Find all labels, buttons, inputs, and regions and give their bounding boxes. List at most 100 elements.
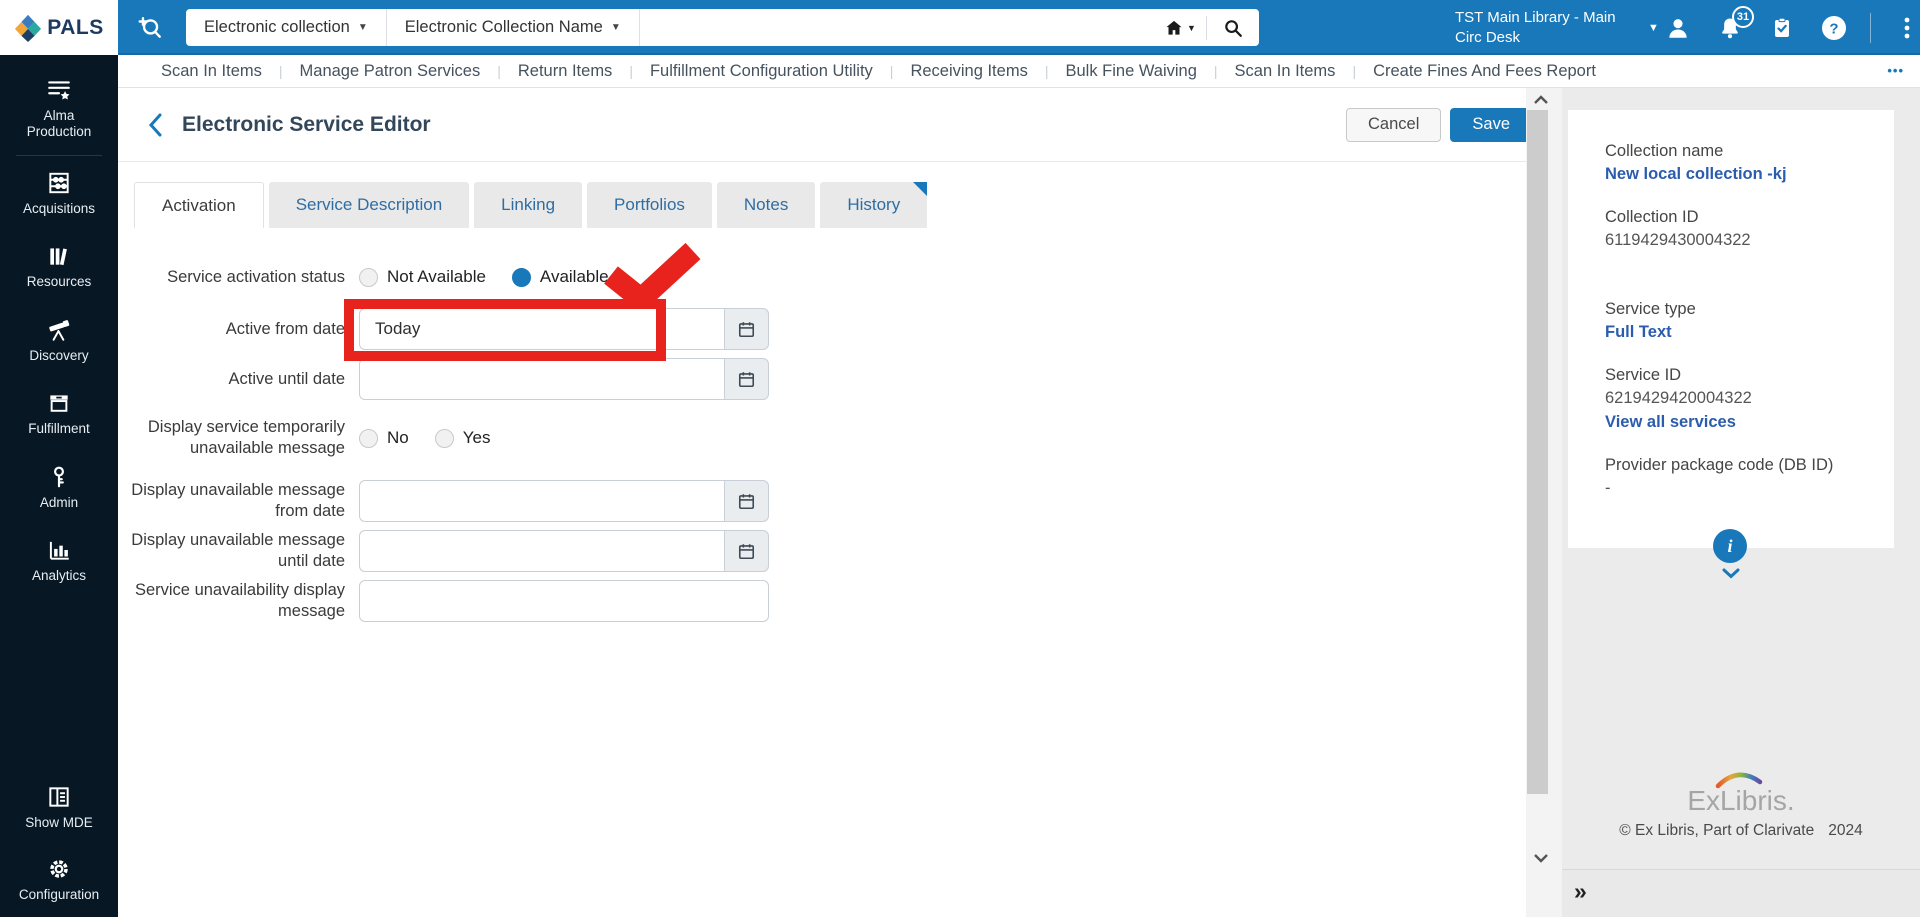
tab-service-description[interactable]: Service Description [268, 182, 470, 228]
radio-label: No [387, 428, 409, 447]
location-chevron-down-icon[interactable]: ▼ [1648, 22, 1659, 34]
sidebar-item-show-mde[interactable]: Show MDE [0, 784, 118, 831]
service-type-group: Service type Full Text [1605, 300, 1874, 342]
form-row-temp-unavailable: Display service temporarily unavailable … [118, 408, 1526, 468]
tab-history[interactable]: History [820, 182, 928, 228]
advanced-search-icon[interactable] [133, 12, 167, 44]
analytics-icon [49, 542, 69, 560]
vertical-scrollbar[interactable] [1526, 88, 1562, 917]
search-input[interactable] [639, 9, 1154, 46]
provider-value: - [1605, 479, 1611, 497]
quicklink-receiving-items[interactable]: Receiving Items [893, 62, 1044, 81]
sidebar-item-acquisitions[interactable]: Acquisitions [0, 170, 118, 217]
radio-available[interactable]: Available [511, 267, 609, 287]
quicklink-scan-in-items-2[interactable]: Scan In Items [1218, 62, 1353, 81]
calendar-button[interactable] [724, 358, 769, 400]
calendar-button[interactable] [724, 480, 769, 522]
tab-linking[interactable]: Linking [474, 182, 583, 228]
fulfillment-icon [50, 395, 68, 413]
collection-name-group: Collection name New local collection -kj [1605, 142, 1874, 184]
radio-not-available[interactable]: Not Available [359, 267, 486, 287]
quicklink-fulfillment-configuration-utility[interactable]: Fulfillment Configuration Utility [633, 62, 890, 81]
home-search-button[interactable]: ▼ [1154, 9, 1206, 46]
unavail-message-input[interactable] [359, 580, 769, 622]
collection-name-link[interactable]: New local collection -kj [1605, 165, 1874, 184]
radio-icon[interactable] [359, 428, 378, 448]
search-scope-label: Electronic collection [204, 18, 350, 36]
save-button[interactable]: Save [1450, 107, 1532, 142]
quicklink-create-fines-fees-report[interactable]: Create Fines And Fees Report [1356, 62, 1613, 81]
back-button[interactable] [142, 112, 168, 138]
pals-logo[interactable]: PALS [0, 0, 118, 55]
collection-id-value: 6119429430004322 [1605, 231, 1751, 249]
search-scope-dropdown[interactable]: Electronic collection ▼ [186, 9, 387, 46]
info-icon[interactable]: i [1713, 529, 1747, 563]
quicklink-return-items[interactable]: Return Items [501, 62, 629, 81]
sidebar-item-analytics[interactable]: Analytics [0, 537, 118, 584]
panel-expand-icon[interactable]: » [1574, 878, 1587, 905]
radio-yes[interactable]: Yes [434, 428, 491, 448]
search-button[interactable] [1207, 9, 1259, 46]
quicklink-manage-patron-services[interactable]: Manage Patron Services [283, 62, 498, 81]
sidebar-item-configuration[interactable]: Configuration [0, 856, 118, 903]
view-all-services-link[interactable]: View all services [1605, 413, 1874, 432]
calendar-button[interactable] [724, 530, 769, 572]
quicklink-scan-in-items[interactable]: Scan In Items [144, 62, 279, 81]
persistent-search-bar: Electronic collection ▼ Electronic Colle… [186, 9, 1259, 46]
activation-status-radio-group: Not Available Available [359, 254, 609, 300]
radio-label: Available [539, 267, 609, 286]
current-location[interactable]: TST Main Library - Main Circ Desk [1455, 8, 1635, 47]
main-content: Electronic Service Editor Cancel Save Ac… [118, 88, 1532, 917]
field-label: Service activation status [167, 267, 345, 286]
show-mde-icon [49, 787, 69, 807]
radio-icon[interactable] [359, 267, 378, 287]
quicklinks-more-icon[interactable]: ••• [1887, 63, 1904, 78]
calendar-button[interactable] [724, 308, 769, 350]
sidebar-item-fulfillment[interactable]: Fulfillment [0, 390, 118, 437]
tab-notes[interactable]: Notes [716, 182, 816, 228]
tab-activation[interactable]: Activation [134, 182, 264, 228]
sidebar-item-admin[interactable]: Admin [0, 464, 118, 511]
activation-form: Service activation status Not Available … [118, 254, 1526, 622]
help-button[interactable]: ? [1818, 12, 1850, 44]
cancel-button[interactable]: Cancel [1346, 107, 1442, 142]
discovery-icon [49, 319, 70, 341]
tasks-button[interactable] [1766, 12, 1798, 44]
radio-icon[interactable] [434, 428, 454, 448]
scrollbar-thumb[interactable] [1527, 110, 1548, 794]
unavail-from-date-combo [359, 480, 769, 522]
user-icon [1669, 18, 1687, 38]
tab-flag-icon [913, 182, 928, 196]
radio-icon-selected[interactable] [511, 267, 531, 287]
panel-footer-strip: » [1562, 869, 1920, 917]
home-icon [1166, 20, 1182, 35]
user-menu-button[interactable] [1662, 12, 1694, 44]
sidebar-item-alma-production[interactable]: Alma Production [0, 77, 118, 141]
active-until-date-input[interactable] [359, 358, 724, 400]
radio-label: Not Available [387, 267, 486, 286]
unavail-until-date-input[interactable] [359, 530, 724, 572]
service-id-label: Service ID [1605, 366, 1682, 384]
tab-portfolios[interactable]: Portfolios [587, 182, 712, 228]
resources-icon [50, 248, 67, 266]
calendar-icon [738, 543, 755, 559]
notification-badge: 31 [1732, 5, 1754, 28]
service-type-label: Service type [1605, 300, 1696, 318]
active-from-date-input[interactable] [359, 308, 724, 350]
service-type-value[interactable]: Full Text [1605, 323, 1874, 342]
field-label: Active until date [228, 369, 345, 388]
more-menu-button[interactable] [1891, 12, 1920, 44]
field-label: Service unavailability display message [134, 581, 345, 620]
search-field-dropdown[interactable]: Electronic Collection Name ▼ [387, 9, 640, 46]
scroll-up-icon[interactable] [1529, 92, 1553, 108]
panel-collapse-chevron-icon[interactable] [1722, 566, 1740, 584]
sidebar-item-resources[interactable]: Resources [0, 243, 118, 290]
quicklink-bulk-fine-waiving[interactable]: Bulk Fine Waiving [1048, 62, 1213, 81]
notifications-button[interactable]: 31 [1714, 5, 1754, 44]
radio-label: Yes [462, 428, 491, 447]
scroll-down-icon[interactable] [1529, 850, 1553, 866]
temp-unavailable-radio-group: No Yes [359, 408, 490, 468]
sidebar-item-discovery[interactable]: Discovery [0, 317, 118, 364]
unavail-from-date-input[interactable] [359, 480, 724, 522]
radio-no[interactable]: No [359, 428, 409, 448]
